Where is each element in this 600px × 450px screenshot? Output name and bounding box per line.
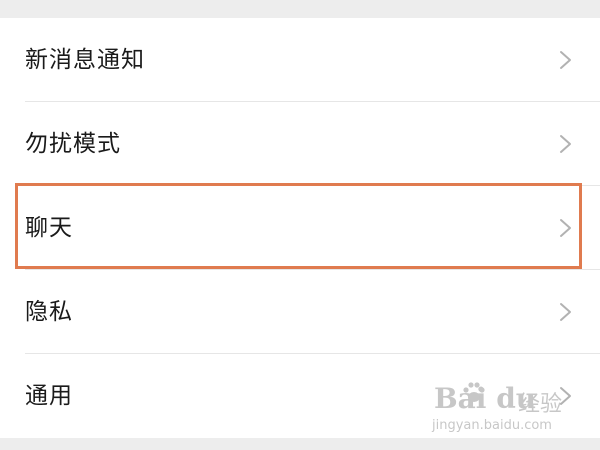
watermark-url: jingyan.baidu.com: [432, 418, 552, 433]
settings-item-privacy[interactable]: 隐私: [0, 270, 600, 354]
settings-item-label: 隐私: [25, 299, 73, 325]
baidu-jingyan-watermark: Bai du 经验 jingyan.baidu.com: [420, 378, 580, 438]
settings-item-new-message-notification[interactable]: 新消息通知: [0, 18, 600, 102]
chevron-right-icon: [560, 219, 571, 237]
chevron-right-icon: [560, 303, 571, 321]
settings-item-chat[interactable]: 聊天: [0, 186, 600, 270]
settings-page: 新消息通知 勿扰模式 聊天 隐私 通用 Bai du 经验 jingyan.ba…: [0, 0, 600, 450]
watermark-brand-sub: 经验: [518, 392, 563, 417]
settings-item-label: 聊天: [25, 215, 73, 241]
settings-item-label: 勿扰模式: [25, 131, 121, 157]
settings-item-label: 新消息通知: [25, 47, 145, 73]
paw-icon: [463, 382, 485, 402]
chevron-right-icon: [560, 135, 571, 153]
settings-item-label: 通用: [25, 383, 73, 409]
chevron-right-icon: [560, 51, 571, 69]
settings-list: 新消息通知 勿扰模式 聊天 隐私 通用: [0, 18, 600, 438]
settings-item-do-not-disturb[interactable]: 勿扰模式: [0, 102, 600, 186]
